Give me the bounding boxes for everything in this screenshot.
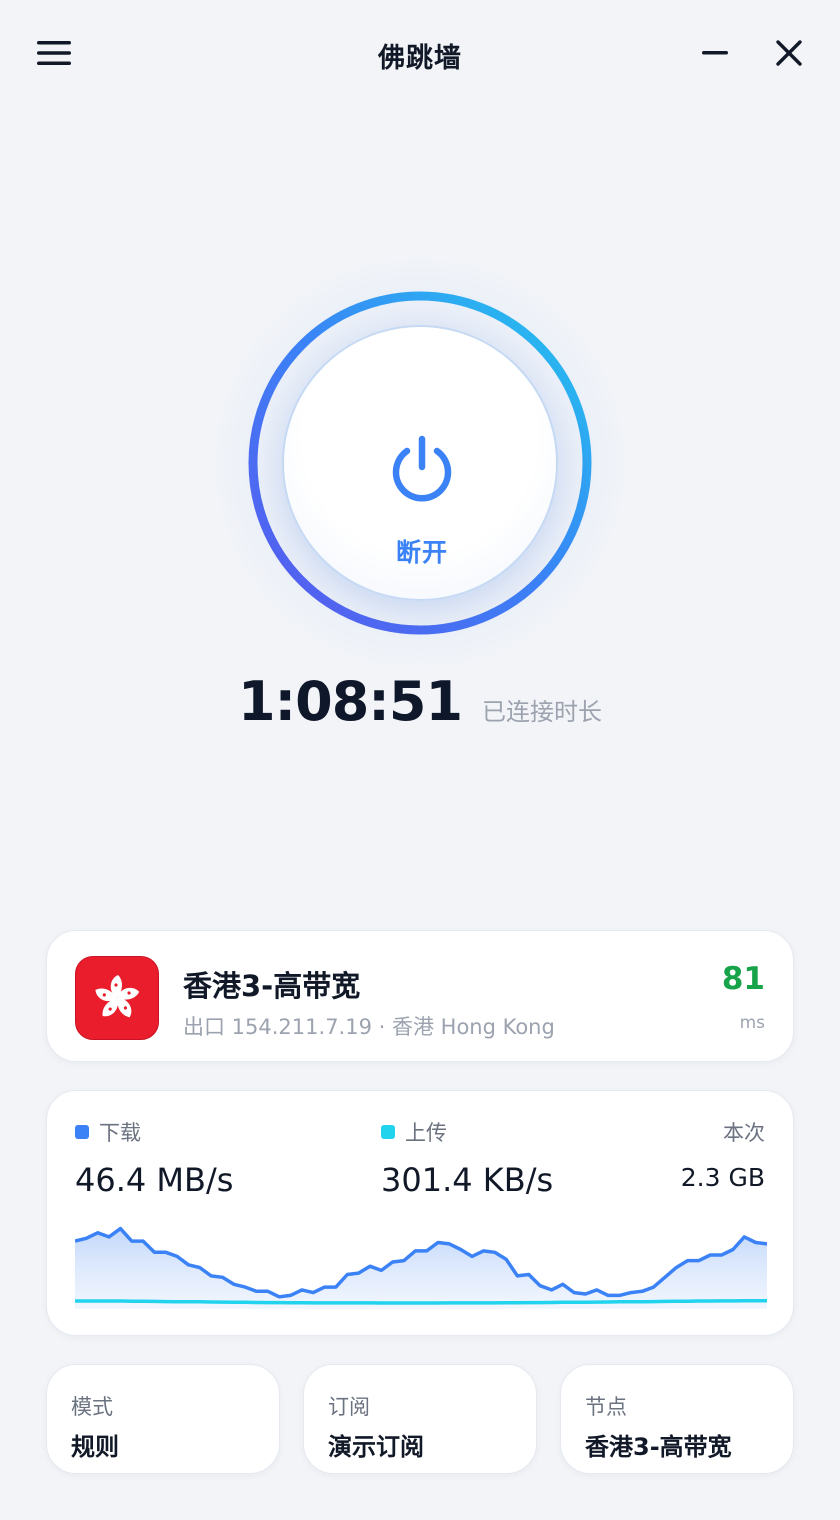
duration-value: 1:08:51: [237, 670, 463, 733]
power-button[interactable]: 断开: [282, 325, 558, 601]
node-tile-label: 节点: [585, 1395, 627, 1419]
close-button[interactable]: [766, 30, 812, 76]
node-name: 香港3-高带宽: [183, 969, 361, 1003]
connection-ring: 断开: [208, 251, 632, 675]
latency-unit: ms: [739, 1013, 765, 1033]
minimize-icon: [702, 51, 728, 55]
upload-legend-icon: [381, 1125, 395, 1139]
traffic-card: 下载 46.4 MB/s 上传 301.4 KB/s 本次 2.3 GB: [46, 1090, 794, 1336]
subscription-tile[interactable]: 订阅 演示订阅: [303, 1364, 537, 1474]
minimize-button[interactable]: [692, 30, 738, 76]
mode-tile[interactable]: 模式 规则: [46, 1364, 280, 1474]
latency-value: 81: [721, 961, 765, 997]
node-tile[interactable]: 节点 香港3-高带宽: [560, 1364, 794, 1474]
mode-label: 模式: [71, 1395, 113, 1419]
power-icon: [392, 435, 452, 502]
node-tile-value: 香港3-高带宽: [585, 1433, 732, 1461]
download-label-row: 下载: [75, 1119, 233, 1145]
session-total-value: 2.3 GB: [680, 1163, 765, 1192]
upload-label-row: 上传: [381, 1119, 553, 1145]
download-area: [75, 1228, 767, 1309]
download-label: 下载: [99, 1121, 141, 1145]
node-exit-detail: 出口 154.211.7.19 · 香港 Hong Kong: [183, 1015, 555, 1039]
session-timer: 1:08:51 已连接时长: [0, 670, 840, 733]
title-bar: 佛跳墙: [0, 0, 840, 106]
bauhinia-flower-icon: [95, 975, 140, 1018]
current-node-card[interactable]: 香港3-高带宽 出口 154.211.7.19 · 香港 Hong Kong 8…: [46, 930, 794, 1062]
close-icon: [776, 40, 802, 66]
hong-kong-flag-icon: [75, 956, 159, 1040]
disconnect-label: 断开: [395, 538, 448, 567]
upload-stat: 上传 301.4 KB/s: [381, 1119, 553, 1199]
session-total-label: 本次: [723, 1121, 765, 1145]
duration-label: 已连接时长: [482, 698, 603, 726]
upload-speed: 301.4 KB/s: [381, 1161, 554, 1199]
session-total-stat: 本次 2.3 GB: [681, 1119, 765, 1192]
download-speed: 46.4 MB/s: [75, 1161, 234, 1199]
mode-value: 规则: [71, 1433, 119, 1461]
traffic-sparkline: [75, 1226, 767, 1309]
app-window: 佛跳墙 断开 1:08:51 已连接时长 香港3-高带宽 出口 154.211.…: [0, 0, 840, 1520]
upload-label: 上传: [405, 1121, 447, 1145]
subscription-label: 订阅: [328, 1395, 370, 1419]
subscription-value: 演示订阅: [328, 1433, 424, 1461]
download-legend-icon: [75, 1125, 89, 1139]
download-stat: 下载 46.4 MB/s: [75, 1119, 233, 1199]
bauhinia-star: [114, 983, 118, 987]
